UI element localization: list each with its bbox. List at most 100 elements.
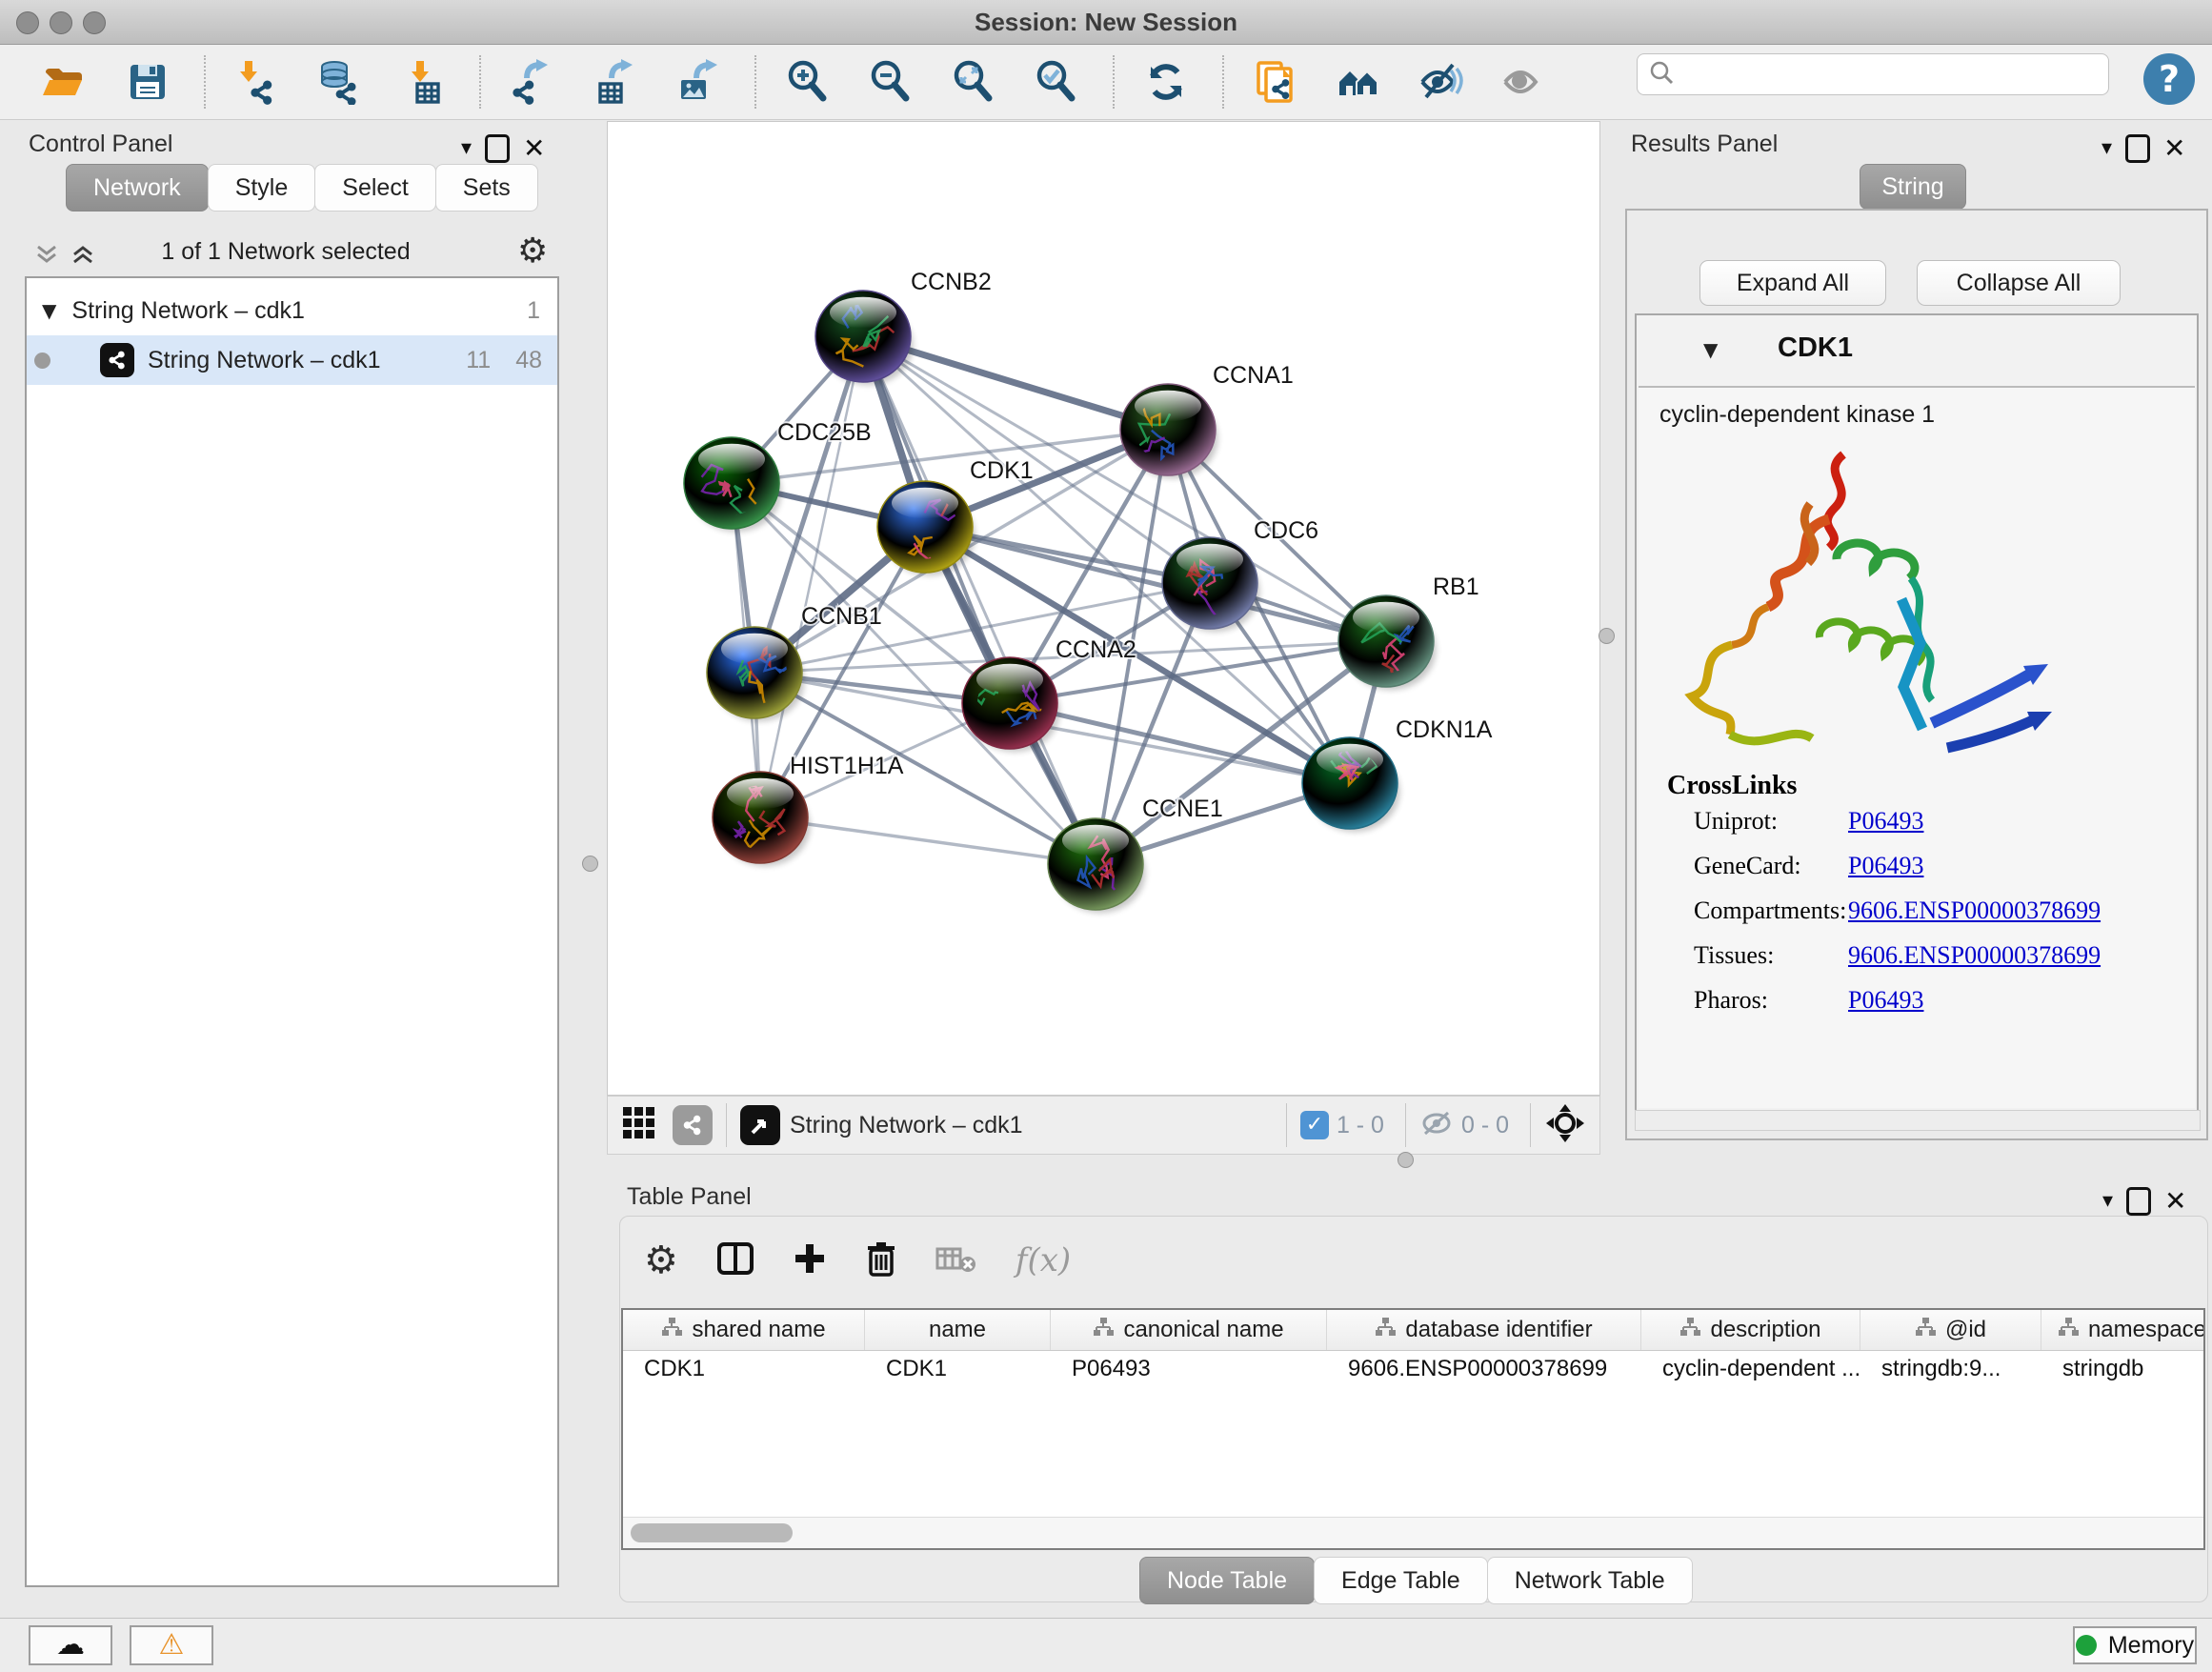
column-header-id[interactable]: @id	[1860, 1310, 2041, 1350]
network-node-HIST1H1A[interactable]	[713, 772, 808, 863]
right-splitter-handle[interactable]	[1599, 628, 1615, 644]
tab-select[interactable]: Select	[314, 164, 435, 212]
column-label: @id	[1945, 1317, 1986, 1343]
column-header-canonicalname[interactable]: canonical name	[1051, 1310, 1327, 1350]
network-overview-icon[interactable]	[1332, 55, 1385, 109]
tab-sets[interactable]: Sets	[435, 164, 538, 212]
crosslink-link[interactable]: P06493	[1848, 807, 1923, 836]
panel-float-icon[interactable]	[2125, 134, 2150, 163]
apply-layout-icon[interactable]	[1139, 55, 1193, 109]
panel-menu-icon[interactable]: ▾	[2101, 136, 2112, 160]
collection-expand-icon[interactable]: ▼	[42, 299, 56, 322]
network-node-CCNB2[interactable]	[815, 291, 911, 382]
network-node-CCNA1[interactable]	[1120, 384, 1216, 475]
pan-crosshair-icon[interactable]	[1544, 1102, 1586, 1149]
bottom-splitter-handle[interactable]	[1398, 1152, 1414, 1168]
network-collection-row[interactable]: ▼ String Network – cdk1 1	[27, 286, 557, 335]
table-settings-gear-icon[interactable]: ⚙	[644, 1241, 678, 1279]
save-session-icon[interactable]	[121, 55, 174, 109]
collapse-card-icon[interactable]: ▼	[1703, 338, 1718, 361]
network-edge[interactable]	[1010, 703, 1350, 783]
network-node-CCNE1[interactable]	[1048, 818, 1143, 910]
panel-close-icon[interactable]: ✕	[2163, 132, 2185, 164]
export-image-icon[interactable]	[672, 55, 725, 109]
selected-items-checkbox-icon[interactable]: ✓	[1300, 1111, 1329, 1139]
help-icon[interactable]: ?	[2143, 53, 2195, 105]
open-session-icon[interactable]	[38, 55, 91, 109]
zoom-out-icon[interactable]	[864, 55, 917, 109]
tab-edge-table[interactable]: Edge Table	[1314, 1557, 1488, 1604]
table-cell[interactable]: stringdb	[2041, 1350, 2205, 1388]
network-canvas[interactable]: CCNB2CCNA1CDC25BCDK1CDC6RB1CCNB1CCNA2CDK…	[607, 121, 1600, 1096]
zoom-fit-icon[interactable]	[947, 55, 1000, 109]
add-column-icon[interactable]	[793, 1241, 827, 1280]
import-table-icon[interactable]	[396, 55, 450, 109]
hide-selection-icon[interactable]	[1415, 55, 1468, 109]
zoom-in-icon[interactable]	[781, 55, 835, 109]
cloud-status-button[interactable]: ☁	[29, 1625, 112, 1665]
panel-menu-icon[interactable]: ▾	[461, 136, 472, 160]
search-input[interactable]	[1681, 60, 2108, 89]
expand-all-button[interactable]: Expand All	[1699, 260, 1886, 306]
import-network-database-icon[interactable]	[313, 55, 367, 109]
results-tab-string[interactable]: String	[1860, 164, 1966, 210]
warnings-button[interactable]: ⚠	[130, 1625, 213, 1665]
memory-button[interactable]: Memory	[2073, 1626, 2197, 1664]
birds-eye-view-icon[interactable]	[740, 1105, 780, 1145]
network-edge[interactable]	[863, 336, 1096, 864]
collapse-all-button[interactable]: Collapse All	[1917, 260, 2121, 306]
show-hidden-icon[interactable]	[1498, 55, 1551, 109]
column-header-databaseidentifier[interactable]: database identifier	[1327, 1310, 1641, 1350]
table-cell[interactable]: CDK1	[865, 1350, 1051, 1388]
column-header-namespace[interactable]: namespace	[2041, 1310, 2205, 1350]
panel-float-icon[interactable]	[2126, 1187, 2151, 1216]
network-node-CDKN1A[interactable]	[1302, 737, 1398, 829]
table-cell[interactable]: 9606.ENSP00000378699	[1327, 1350, 1641, 1388]
panel-close-icon[interactable]: ✕	[2164, 1185, 2186, 1217]
network-node-CDC25B[interactable]	[684, 437, 779, 530]
window-title: Session: New Session	[0, 0, 2212, 44]
results-scrollbar[interactable]	[1635, 1110, 2201, 1131]
table-horizontal-scrollbar[interactable]	[623, 1517, 2203, 1548]
column-header-description[interactable]: description	[1641, 1310, 1860, 1350]
import-network-file-icon[interactable]	[231, 55, 284, 109]
crosslink-link[interactable]: 9606.ENSP00000378699	[1848, 896, 2101, 925]
tab-style[interactable]: Style	[208, 164, 316, 212]
crosslink-link[interactable]: P06493	[1848, 986, 1923, 1015]
delete-column-trash-icon[interactable]	[865, 1240, 897, 1281]
panel-menu-icon[interactable]: ▾	[2102, 1189, 2113, 1213]
show-columns-icon[interactable]	[716, 1241, 754, 1280]
crosslink-link[interactable]: P06493	[1848, 852, 1923, 880]
zoom-selected-icon[interactable]	[1030, 55, 1083, 109]
string-results-container: Expand All Collapse All ▼ CDK1 cyclin-de…	[1625, 209, 2208, 1140]
column-header-sharedname[interactable]: shared name	[623, 1310, 865, 1350]
scrollbar-thumb[interactable]	[631, 1523, 793, 1542]
export-network-icon[interactable]	[506, 55, 559, 109]
attribute-tree-icon	[1093, 1317, 1114, 1344]
column-header-name[interactable]: name	[865, 1310, 1051, 1350]
new-network-from-selection-icon[interactable]	[1249, 55, 1302, 109]
export-table-icon[interactable]	[589, 55, 642, 109]
network-graph[interactable]: CCNB2CCNA1CDC25BCDK1CDC6RB1CCNB1CCNA2CDK…	[608, 122, 1599, 1095]
network-selection-status: 1 of 1 Network selected	[0, 238, 572, 266]
network-row-selected[interactable]: String Network – cdk1 11 48	[27, 335, 557, 385]
table-cell[interactable]: stringdb:9...	[1860, 1350, 2041, 1388]
tab-network-table[interactable]: Network Table	[1487, 1557, 1693, 1604]
crosslink-link[interactable]: 9606.ENSP00000378699	[1848, 941, 2101, 970]
tab-node-table[interactable]: Node Table	[1139, 1557, 1315, 1604]
table-cell[interactable]: CDK1	[623, 1350, 865, 1388]
grid-view-icon[interactable]	[621, 1105, 657, 1146]
network-options-gear-icon[interactable]: ⚙	[517, 234, 548, 269]
network-node-CDC6[interactable]	[1162, 537, 1257, 642]
panel-float-icon[interactable]	[485, 134, 510, 163]
table-cell[interactable]: cyclin-dependent ...	[1641, 1350, 1860, 1388]
left-splitter-handle[interactable]	[582, 856, 598, 872]
panel-close-icon[interactable]: ✕	[523, 132, 545, 164]
protein-card-header[interactable]: ▼ CDK1	[1637, 315, 2197, 384]
network-share-view-icon[interactable]	[673, 1105, 713, 1145]
network-node-CCNA2[interactable]	[962, 657, 1057, 749]
tab-network[interactable]: Network	[66, 164, 209, 212]
network-node-CCNB1[interactable]	[707, 627, 802, 718]
network-edge[interactable]	[760, 817, 1096, 864]
table-cell[interactable]: P06493	[1051, 1350, 1327, 1388]
